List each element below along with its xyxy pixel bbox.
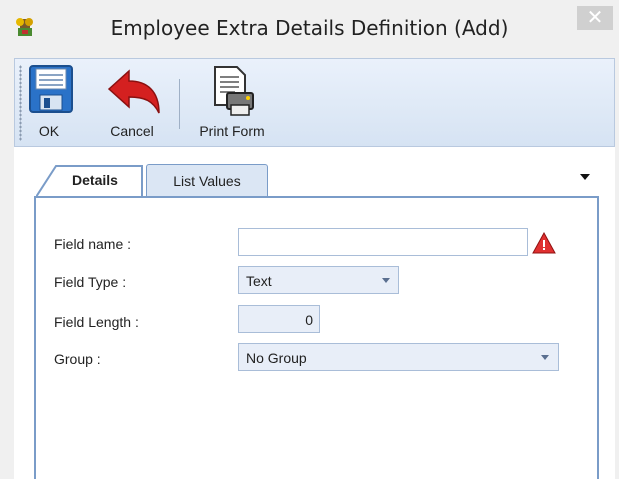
save-icon (29, 65, 73, 113)
chevron-down-icon (382, 278, 390, 283)
field-type-value: Text (246, 273, 272, 289)
toolbar: OK Cancel Print Form (14, 58, 615, 147)
group-select[interactable]: No Group (238, 343, 559, 371)
field-length-value: 0 (305, 312, 313, 328)
tab-details[interactable]: Details (36, 164, 144, 197)
field-length-input[interactable]: 0 (238, 305, 320, 333)
tab-list-values[interactable]: List Values (146, 164, 268, 196)
toolbar-grip[interactable] (19, 65, 22, 141)
tab-details-label: Details (72, 172, 118, 188)
print-icon (214, 66, 254, 116)
field-name-input[interactable] (238, 228, 528, 256)
close-button[interactable]: ✕ (577, 6, 613, 30)
chevron-down-icon (541, 355, 549, 360)
warning-icon (532, 232, 556, 254)
ok-button[interactable]: OK (25, 61, 73, 145)
toolbar-separator (179, 79, 180, 129)
print-form-label: Print Form (199, 123, 265, 139)
group-value: No Group (246, 350, 307, 366)
close-icon: ✕ (586, 7, 604, 29)
group-label: Group : (54, 351, 101, 367)
undo-arrow-icon (107, 69, 160, 114)
window-title: Employee Extra Details Definition (Add) (110, 16, 509, 40)
cancel-button[interactable]: Cancel (101, 61, 163, 145)
print-form-button[interactable]: Print Form (193, 61, 271, 145)
chevron-down-icon[interactable] (580, 174, 590, 180)
field-type-select[interactable]: Text (238, 266, 399, 294)
field-type-label: Field Type : (54, 274, 127, 290)
tab-list-values-label: List Values (173, 173, 241, 189)
ok-label: OK (38, 123, 60, 139)
field-length-label: Field Length : (54, 314, 139, 330)
field-name-label: Field name : (54, 236, 132, 252)
cancel-label: Cancel (110, 123, 154, 139)
title-bar: Employee Extra Details Definition (Add) … (0, 0, 619, 58)
